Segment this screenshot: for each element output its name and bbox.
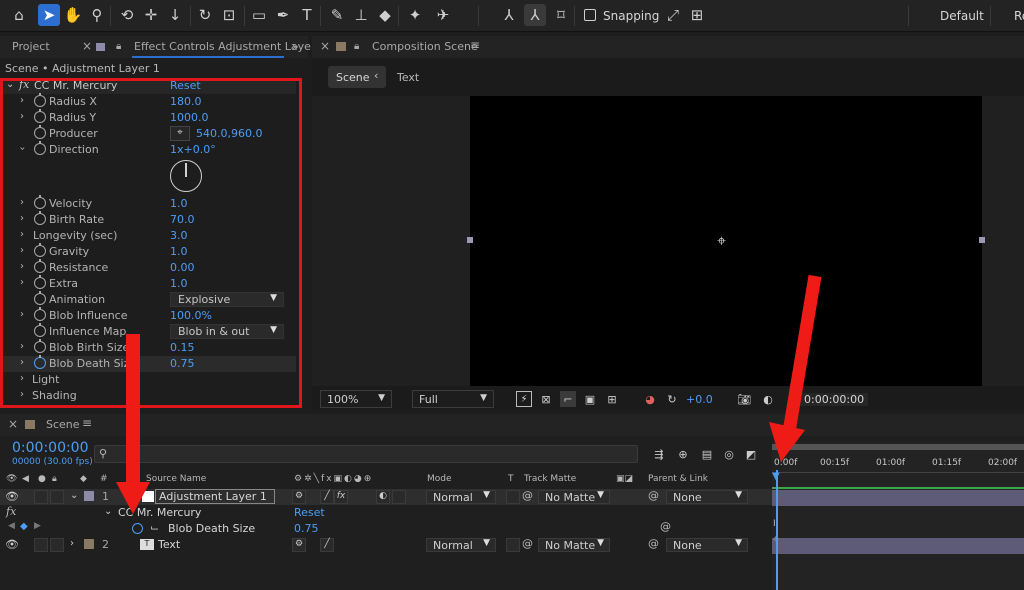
arrow-annotation-left (116, 334, 150, 514)
arrow-annotation-right (769, 274, 822, 462)
annotation-arrows (116, 274, 822, 514)
